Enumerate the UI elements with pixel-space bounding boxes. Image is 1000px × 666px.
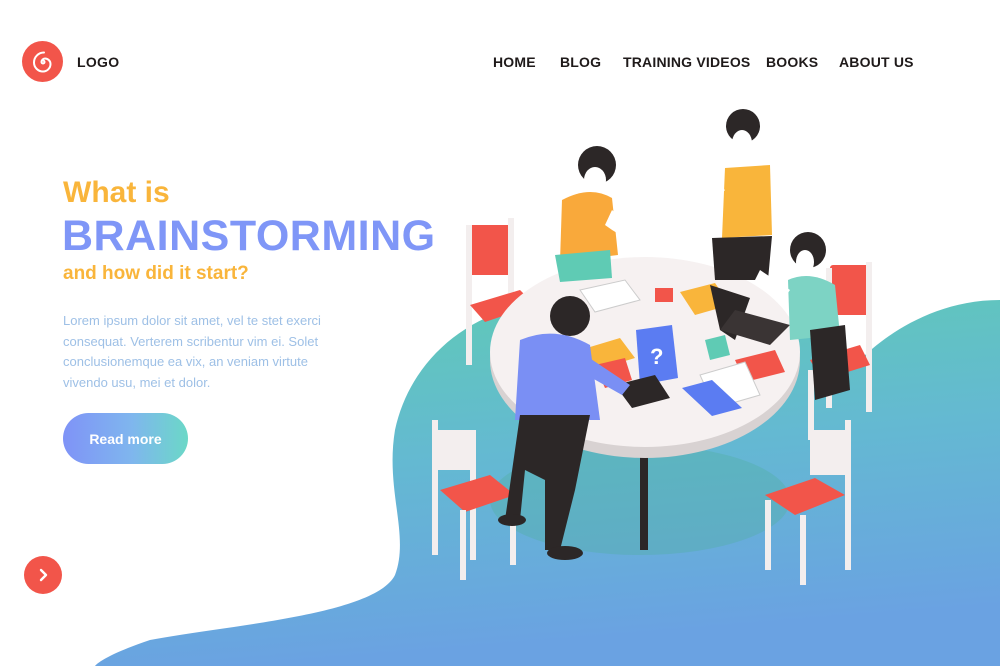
read-more-button[interactable]: Read more	[63, 413, 188, 464]
hero-heading-line3: and how did it start?	[63, 263, 249, 284]
person-yellow-vest	[690, 109, 785, 280]
hero-heading-line2: BRAINSTORMING	[62, 212, 436, 260]
svg-text:?: ?	[650, 344, 663, 369]
chevron-right-icon	[39, 568, 48, 582]
next-slide-button[interactable]	[24, 556, 62, 594]
hero-body: Lorem ipsum dolor sit amet, vel te stet …	[63, 313, 321, 390]
hero-heading-line1: What is	[63, 176, 170, 209]
